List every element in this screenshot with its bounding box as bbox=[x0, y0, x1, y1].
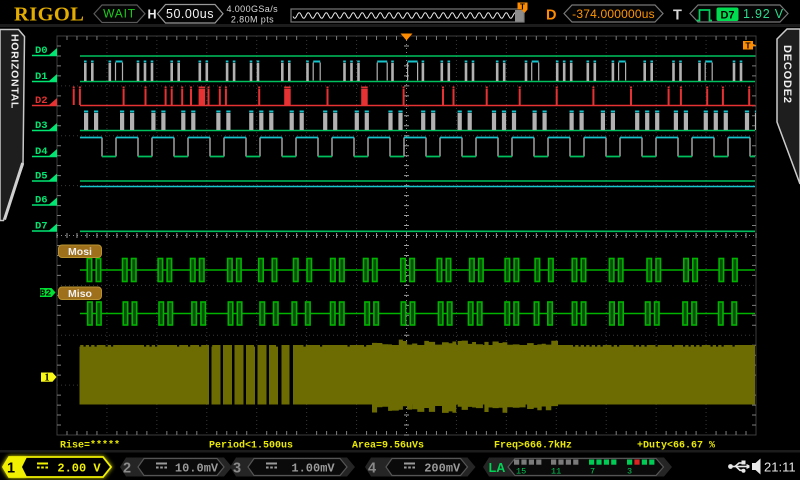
svg-text:200mV: 200mV bbox=[424, 462, 461, 476]
svg-text:4: 4 bbox=[368, 461, 376, 477]
svg-text:15: 15 bbox=[516, 467, 526, 477]
svg-text:1: 1 bbox=[7, 461, 15, 477]
svg-text:LA: LA bbox=[489, 461, 506, 475]
svg-text:D2: D2 bbox=[35, 95, 48, 107]
svg-text:4.000GSa/s: 4.000GSa/s bbox=[226, 4, 278, 14]
svg-text:Rise=*****: Rise=***** bbox=[60, 440, 120, 452]
svg-text:1: 1 bbox=[45, 372, 50, 383]
svg-text:21:11: 21:11 bbox=[764, 460, 796, 475]
svg-text:Area=9.56uVs: Area=9.56uVs bbox=[352, 441, 424, 452]
svg-text:10.0mV: 10.0mV bbox=[175, 462, 219, 476]
svg-text:Mosi: Mosi bbox=[68, 246, 92, 258]
svg-text:Miso: Miso bbox=[68, 288, 92, 300]
svg-text:D4: D4 bbox=[35, 146, 48, 158]
svg-text:WAIT: WAIT bbox=[103, 7, 136, 21]
svg-text:D7: D7 bbox=[35, 221, 48, 233]
svg-text:RIGOL: RIGOL bbox=[14, 4, 84, 26]
svg-text:1.00mV: 1.00mV bbox=[291, 462, 335, 476]
svg-text:D5: D5 bbox=[35, 171, 48, 183]
svg-text:B2: B2 bbox=[40, 288, 52, 299]
svg-text:11: 11 bbox=[551, 467, 561, 477]
svg-text:7: 7 bbox=[590, 467, 595, 477]
svg-text:T: T bbox=[673, 7, 682, 23]
svg-text:T: T bbox=[745, 40, 751, 50]
svg-text:D6: D6 bbox=[35, 195, 48, 207]
svg-text:2: 2 bbox=[123, 461, 131, 477]
svg-text:1.92 V: 1.92 V bbox=[743, 7, 784, 21]
svg-text:3: 3 bbox=[233, 461, 241, 477]
svg-text:Freq>666.7kHz: Freq>666.7kHz bbox=[494, 440, 572, 452]
svg-text:D7: D7 bbox=[720, 9, 734, 21]
svg-text:+Duty<66.67 %: +Duty<66.67 % bbox=[637, 441, 715, 452]
svg-text:2.00 V: 2.00 V bbox=[57, 462, 101, 476]
svg-text:DECODE2: DECODE2 bbox=[781, 45, 793, 104]
svg-text:D3: D3 bbox=[35, 120, 48, 132]
svg-text:-374.000000us: -374.000000us bbox=[572, 7, 655, 21]
svg-text:D1: D1 bbox=[35, 71, 48, 83]
svg-text:2.80M pts: 2.80M pts bbox=[231, 15, 274, 25]
svg-text:HORIZONTAL: HORIZONTAL bbox=[9, 34, 21, 109]
svg-text:D: D bbox=[546, 7, 556, 23]
svg-text:Period<1.500us: Period<1.500us bbox=[209, 440, 293, 452]
svg-text:D0: D0 bbox=[35, 45, 48, 57]
svg-text:H: H bbox=[148, 7, 157, 21]
svg-text:T: T bbox=[520, 2, 525, 11]
svg-text:50.00us: 50.00us bbox=[166, 7, 214, 21]
svg-text:3: 3 bbox=[627, 467, 632, 477]
